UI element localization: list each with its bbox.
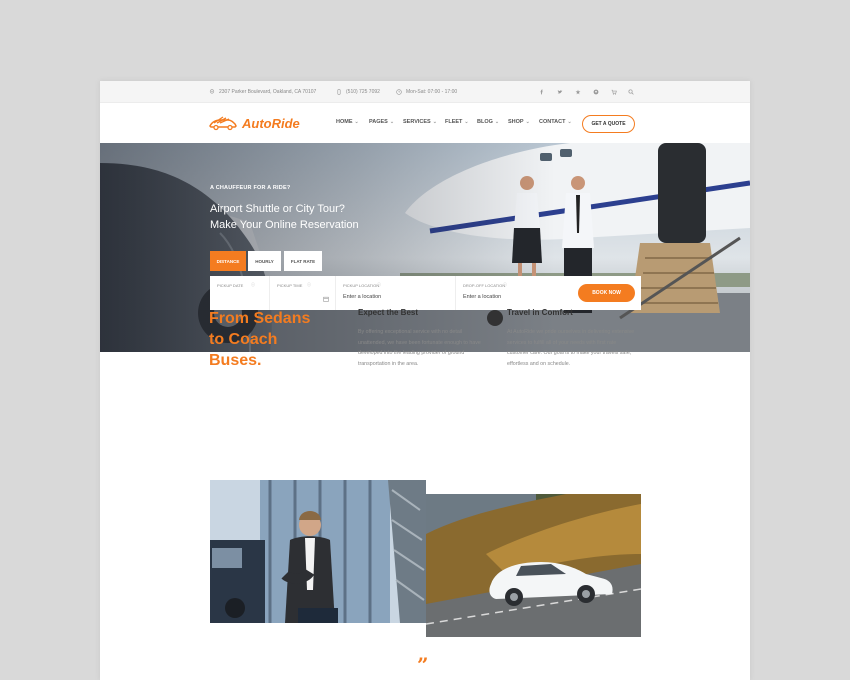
nav-item-contact[interactable]: CONTACT ⌄ [539, 119, 572, 125]
pickup-location-field[interactable]: PICKUP LOCATION ⓘ Enter a location [336, 276, 456, 310]
nav-label: SERVICES [403, 119, 431, 125]
pickup-time-label: PICKUP TIME [277, 283, 303, 288]
headline-line2: to Coach [209, 331, 278, 348]
book-now-button[interactable]: BOOK NOW [578, 284, 635, 302]
nav-label: SHOP [508, 119, 524, 125]
hero-section: A CHAUFFEUR FOR A RIDE? Airport Shuttle … [100, 143, 750, 352]
search-icon[interactable] [628, 89, 634, 95]
facebook-icon[interactable] [539, 89, 545, 95]
testimonial-quote-icon: ” [417, 653, 429, 677]
feature-text-expect-the-best: By offering exceptional service with no … [358, 329, 481, 367]
chevron-down-icon: ⌄ [354, 119, 359, 125]
car-wing-logo-icon [209, 116, 237, 131]
pickup-date-label: PICKUP DATE [217, 283, 244, 288]
tripadvisor-icon[interactable] [575, 89, 581, 95]
info-icon: ⓘ [307, 282, 311, 287]
get-a-quote-button[interactable]: GET A QUOTE [582, 115, 635, 133]
nav-label: BLOG [477, 119, 493, 125]
white-car-road-photo [426, 494, 641, 637]
hours-info: Mon-Sat: 07:00 - 17:00 [396, 81, 457, 103]
info-icon: ⓘ [503, 282, 507, 287]
nav-item-fleet[interactable]: FLEET ⌄ [445, 119, 469, 125]
site-header: AutoRide HOME ⌄ PAGES ⌄ SERVICES ⌄ FLEET ⌄ B… [100, 103, 750, 143]
twitter-icon[interactable] [557, 89, 563, 95]
hours-text: Mon-Sat: 07:00 - 17:00 [406, 89, 458, 95]
hero-title-line2: Make Your Online Reservation [210, 219, 359, 231]
info-icon: ⓘ [251, 282, 255, 287]
tab-flat-rate[interactable]: FLAT RATE [284, 251, 322, 271]
site-logo[interactable]: AutoRide [208, 115, 300, 131]
headline-line3: Buses. [209, 352, 262, 369]
chevron-down-icon: ⌄ [567, 119, 572, 125]
dropoff-location-input[interactable]: Enter a location [463, 294, 501, 300]
hero-overlay [100, 143, 750, 352]
dropoff-location-field[interactable]: DROP-OFF LOCATION ⓘ Enter a location [456, 276, 574, 310]
chevron-down-icon: ⌄ [432, 119, 437, 125]
businessman-photo [210, 480, 426, 623]
address-text: 2307 Parker Boulevard, Oakland, CA 70107 [219, 89, 317, 95]
nav-label: CONTACT [539, 119, 566, 125]
nav-label: HOME [336, 119, 353, 125]
hero-title-line1: Airport Shuttle or City Tour? [210, 203, 345, 215]
chevron-down-icon: ⌄ [494, 119, 500, 125]
nav-item-shop[interactable]: SHOP ⌄ [508, 119, 530, 125]
nav-item-blog[interactable]: BLOG ⌄ [477, 119, 499, 125]
dropoff-location-label: DROP-OFF LOCATION [463, 283, 506, 288]
pickup-location-label: PICKUP LOCATION [343, 283, 380, 288]
clock-icon [396, 89, 402, 95]
nav-item-home[interactable]: HOME ⌄ [336, 119, 359, 125]
phone-text: (510) 725 7092 [346, 89, 380, 95]
nav-label: FLEET [445, 119, 463, 125]
phone-icon [337, 89, 341, 95]
calendar-icon [323, 296, 329, 302]
website-page: 2307 Parker Boulevard, Oakland, CA 70107… [100, 81, 750, 680]
nav-item-services[interactable]: SERVICES ⌄ [403, 119, 437, 125]
chevron-down-icon: ⌄ [464, 119, 469, 125]
hero-title: Airport Shuttle or City Tour? Make Your … [210, 201, 410, 233]
pickup-date-field[interactable]: PICKUP DATE ⓘ [210, 276, 270, 310]
hero-eyebrow: A CHAUFFEUR FOR A RIDE? [210, 185, 291, 191]
feature-title-expect-the-best: Expect the Best [358, 308, 419, 317]
info-icon: ⓘ [377, 282, 381, 287]
tab-hourly[interactable]: HOURLY [248, 251, 281, 271]
logo-text: AutoRide [242, 115, 300, 131]
booking-form: PICKUP DATE ⓘ PICKUP TIME ⓘ PICKUP LOCAT… [210, 276, 641, 310]
feature-text-travel-in-comfort: At AutoRide we pride ourselves in delive… [507, 329, 635, 367]
headline-line1: From Sedans [209, 310, 311, 327]
nav-label: PAGES [369, 119, 388, 125]
nav-item-pages[interactable]: PAGES ⌄ [369, 119, 394, 125]
pinterest-icon[interactable] [593, 89, 599, 95]
address-info: 2307 Parker Boulevard, Oakland, CA 70107 [209, 81, 316, 103]
chevron-down-icon: ⌄ [525, 119, 530, 125]
section-headline: From Sedans to Coach Buses. [209, 308, 329, 371]
pickup-time-field[interactable]: PICKUP TIME ⓘ [270, 276, 336, 310]
feature-title-travel-in-comfort: Travel in Comfort [507, 308, 573, 317]
phone-info[interactable]: (510) 725 7092 [336, 81, 380, 103]
chevron-down-icon: ⌄ [389, 119, 395, 125]
location-pin-icon [209, 89, 215, 94]
cart-icon[interactable] [611, 89, 617, 95]
tab-distance[interactable]: DISTANCE [210, 251, 246, 271]
top-info-bar: 2307 Parker Boulevard, Oakland, CA 70107… [100, 81, 750, 103]
pickup-location-input[interactable]: Enter a location [343, 294, 381, 300]
